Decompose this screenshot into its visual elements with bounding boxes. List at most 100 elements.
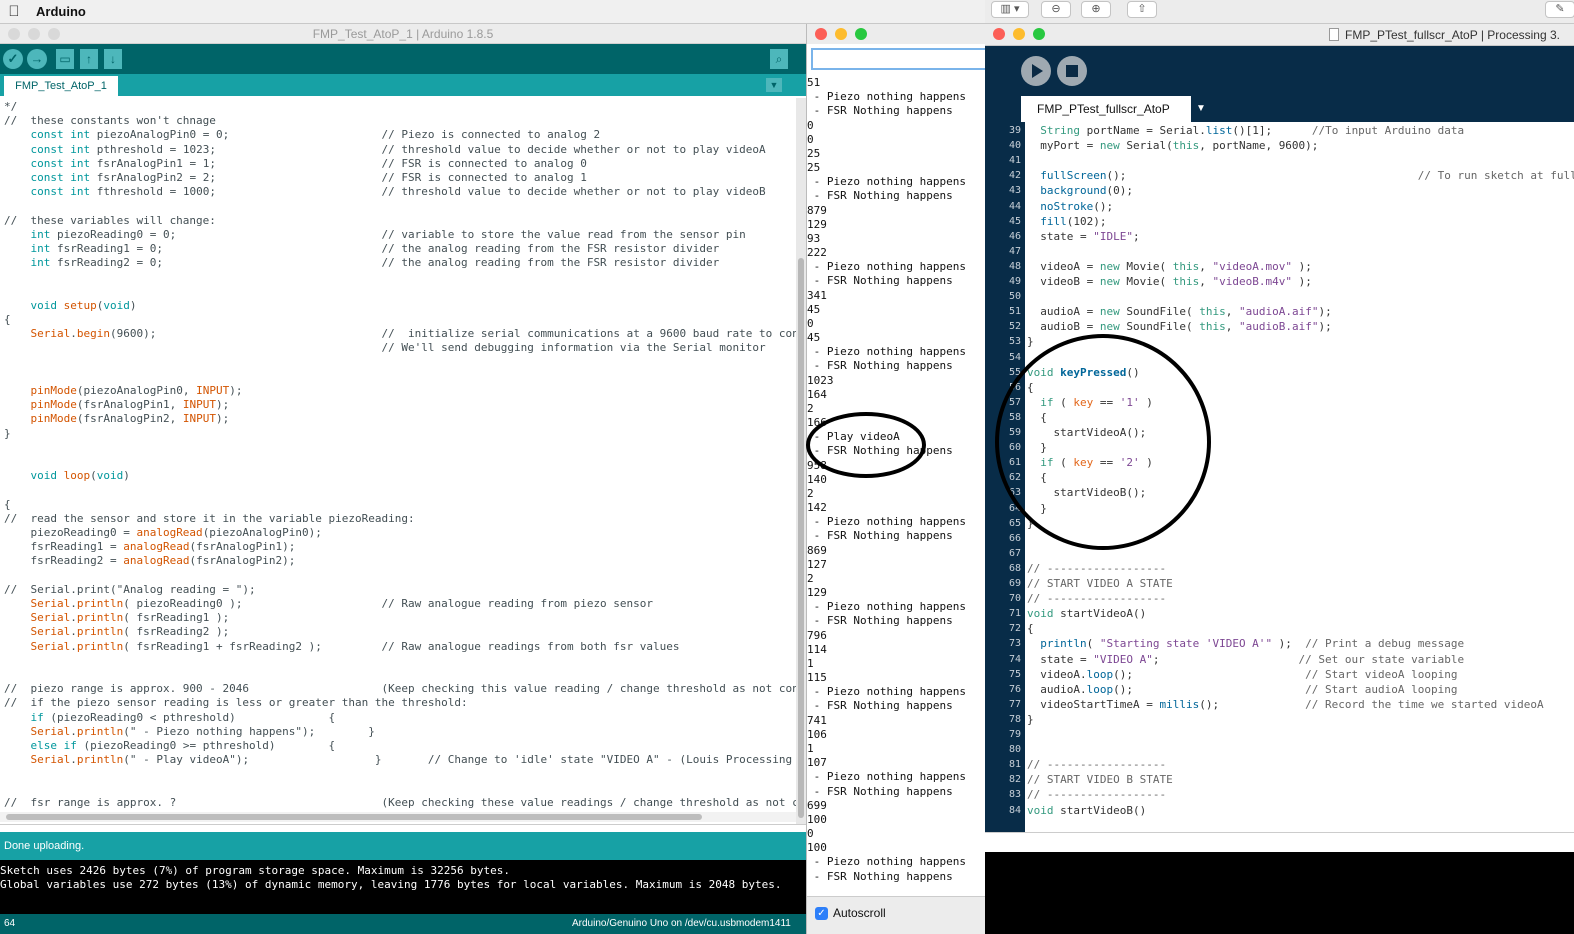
arduino-tabbar: FMP_Test_AtoP_1 ▼: [0, 74, 806, 96]
tab-sketch[interactable]: FMP_PTest_fullscr_AtoP: [1021, 96, 1191, 122]
serial-line: 164: [807, 387, 827, 401]
line-number: 78: [1008, 713, 1021, 725]
code-line: fullScreen(); // To run sketch at fullsc…: [1040, 169, 1574, 183]
scrollbar-thumb[interactable]: [6, 814, 702, 820]
serial-input[interactable]: [811, 48, 985, 70]
arduino-toolbar: ✓ → ▭ ↑ ↓ ⌕: [0, 44, 806, 74]
code-line: audioA = new SoundFile( this, "audioA.ai…: [1027, 305, 1332, 319]
serial-line: - FSR Nothing happens: [807, 444, 953, 458]
zoom-button[interactable]: [1033, 28, 1045, 40]
serial-line: 51: [807, 76, 821, 89]
preview-toolbar: ▥ ▾ ⊖ ⊕ ⇧ ✎: [985, 0, 1574, 24]
serial-line: - Piezo nothing happens: [807, 345, 966, 359]
minimize-button[interactable]: [835, 28, 847, 40]
line-number: 69: [1008, 578, 1021, 589]
code-line: pinMode(piezoAnalogPin0, INPUT);: [30, 384, 243, 397]
code-line: const int pthreshold = 1023; // threshol…: [30, 142, 766, 156]
code-line: videoB = new Movie( this, "videoB.m4v" )…: [1027, 275, 1312, 288]
code-line: fsrReading2 = analogRead(fsrAnalogPin2);: [4, 554, 296, 568]
serial-line: 0: [807, 132, 814, 146]
serial-options: ✓ Autoscroll: [807, 896, 985, 934]
upload-button[interactable]: →: [27, 49, 47, 69]
serial-line: 129: [807, 586, 827, 600]
processing-window: FMP_PTest_fullscr_AtoP | Processing 3. F…: [985, 24, 1574, 934]
serial-line: 222: [807, 246, 827, 260]
app-name[interactable]: Arduino: [36, 4, 86, 19]
zoom-out-icon[interactable]: ⊖: [1041, 1, 1071, 18]
window-controls: [815, 28, 867, 40]
line-number: 56: [1008, 381, 1021, 393]
vertical-scrollbar[interactable]: [796, 98, 806, 826]
line-number: 65: [1008, 517, 1021, 529]
serial-line: 100: [807, 841, 827, 855]
arduino-titlebar: FMP_Test_AtoP_1 | Arduino 1.8.5: [0, 24, 806, 44]
serial-monitor-button[interactable]: ⌕: [770, 49, 788, 69]
new-sketch-button[interactable]: ▭: [56, 49, 74, 69]
code-line: audioA.loop(); // Start audioA looping: [1027, 682, 1458, 696]
stop-button[interactable]: [1057, 56, 1087, 86]
code-line: videoA = new Movie( this, "videoA.mov" )…: [1027, 259, 1312, 273]
line-number: 41: [1008, 155, 1021, 167]
code-line: // ------------------: [1027, 788, 1167, 802]
serial-line: - FSR Nothing happens: [807, 614, 953, 628]
serial-line: 1: [807, 656, 814, 670]
close-button[interactable]: [815, 28, 827, 40]
line-number: 70: [1008, 593, 1021, 605]
serial-line: 129: [807, 217, 827, 231]
code-line: void keyPressed(): [1027, 365, 1140, 379]
serial-line: 1: [807, 741, 814, 755]
open-sketch-button[interactable]: ↑: [80, 49, 98, 69]
autoscroll-label: Autoscroll: [833, 906, 886, 920]
serial-line: 25: [807, 146, 821, 160]
tab-menu-button[interactable]: ▼: [1191, 96, 1211, 122]
code-line: */: [4, 100, 18, 113]
zoom-in-icon[interactable]: ⊕: [1081, 1, 1111, 18]
serial-line: 2: [807, 401, 814, 415]
tab-menu-button[interactable]: ▼: [766, 78, 782, 92]
close-button[interactable]: [993, 28, 1005, 40]
line-number: 71: [1008, 608, 1021, 620]
line-number: 81: [1008, 759, 1021, 771]
run-button[interactable]: [1021, 56, 1051, 86]
save-sketch-button[interactable]: ↓: [104, 49, 122, 69]
line-number: 42: [1008, 170, 1021, 182]
processing-toolbar: [985, 46, 1574, 96]
splitter[interactable]: [0, 824, 806, 832]
code-line: const int piezoAnalogPin0 = 0; // Piezo …: [30, 128, 601, 142]
apple-icon[interactable]: : [0, 3, 28, 20]
processing-code-editor[interactable]: 39 40 41 42 43 44 45 46 47 48 49 50 51 52 53 54 55 56 57 58…: [985, 122, 1574, 832]
zoom-button[interactable]: [855, 28, 867, 40]
code-line: startVideoB();: [1027, 486, 1147, 500]
code-line: // piezo range is approx. 900 - 2046 (Ke…: [4, 682, 796, 696]
line-number: 84: [1008, 804, 1021, 816]
code-line: String portName = Serial.list()[1]; //To…: [1040, 124, 1465, 137]
code-line: {: [1027, 380, 1034, 394]
serial-line: 0: [807, 118, 814, 132]
code-line: // We'll send debugging information via …: [381, 341, 766, 355]
code-line: println( "Starting state 'VIDEO A'" ); /…: [1040, 637, 1465, 651]
code-line: {: [1027, 471, 1047, 485]
serial-line: 25: [807, 161, 821, 175]
window-title: FMP_Test_AtoP_1 | Arduino 1.8.5: [312, 27, 494, 41]
serial-line: 45: [807, 302, 821, 316]
serial-line: 796: [807, 628, 827, 642]
code-line: }: [4, 426, 11, 440]
line-number: 62: [1008, 472, 1021, 484]
autoscroll-checkbox[interactable]: ✓: [815, 907, 828, 920]
code-line: // ------------------: [1027, 592, 1167, 606]
sidebar-icon[interactable]: ▥ ▾: [991, 1, 1029, 18]
arduino-code-editor[interactable]: */// these constants won't chnage const …: [0, 98, 796, 826]
verify-button[interactable]: ✓: [3, 49, 23, 69]
serial-line: 140: [807, 472, 827, 486]
code-line: videoA.loop(); // Start videoA looping: [1027, 667, 1458, 681]
line-number: 43: [1008, 185, 1021, 197]
horizontal-scrollbar[interactable]: [0, 812, 796, 822]
scrollbar-thumb[interactable]: [798, 258, 804, 818]
tab-sketch[interactable]: FMP_Test_AtoP_1: [4, 76, 118, 96]
code-line: fill(102);: [1040, 214, 1107, 228]
menu-bar:  Arduino: [0, 0, 985, 24]
share-icon[interactable]: ⇧: [1127, 1, 1157, 18]
minimize-button[interactable]: [1013, 28, 1025, 40]
code-line: // ------------------: [1027, 561, 1167, 575]
markup-icon[interactable]: ✎: [1545, 1, 1574, 18]
